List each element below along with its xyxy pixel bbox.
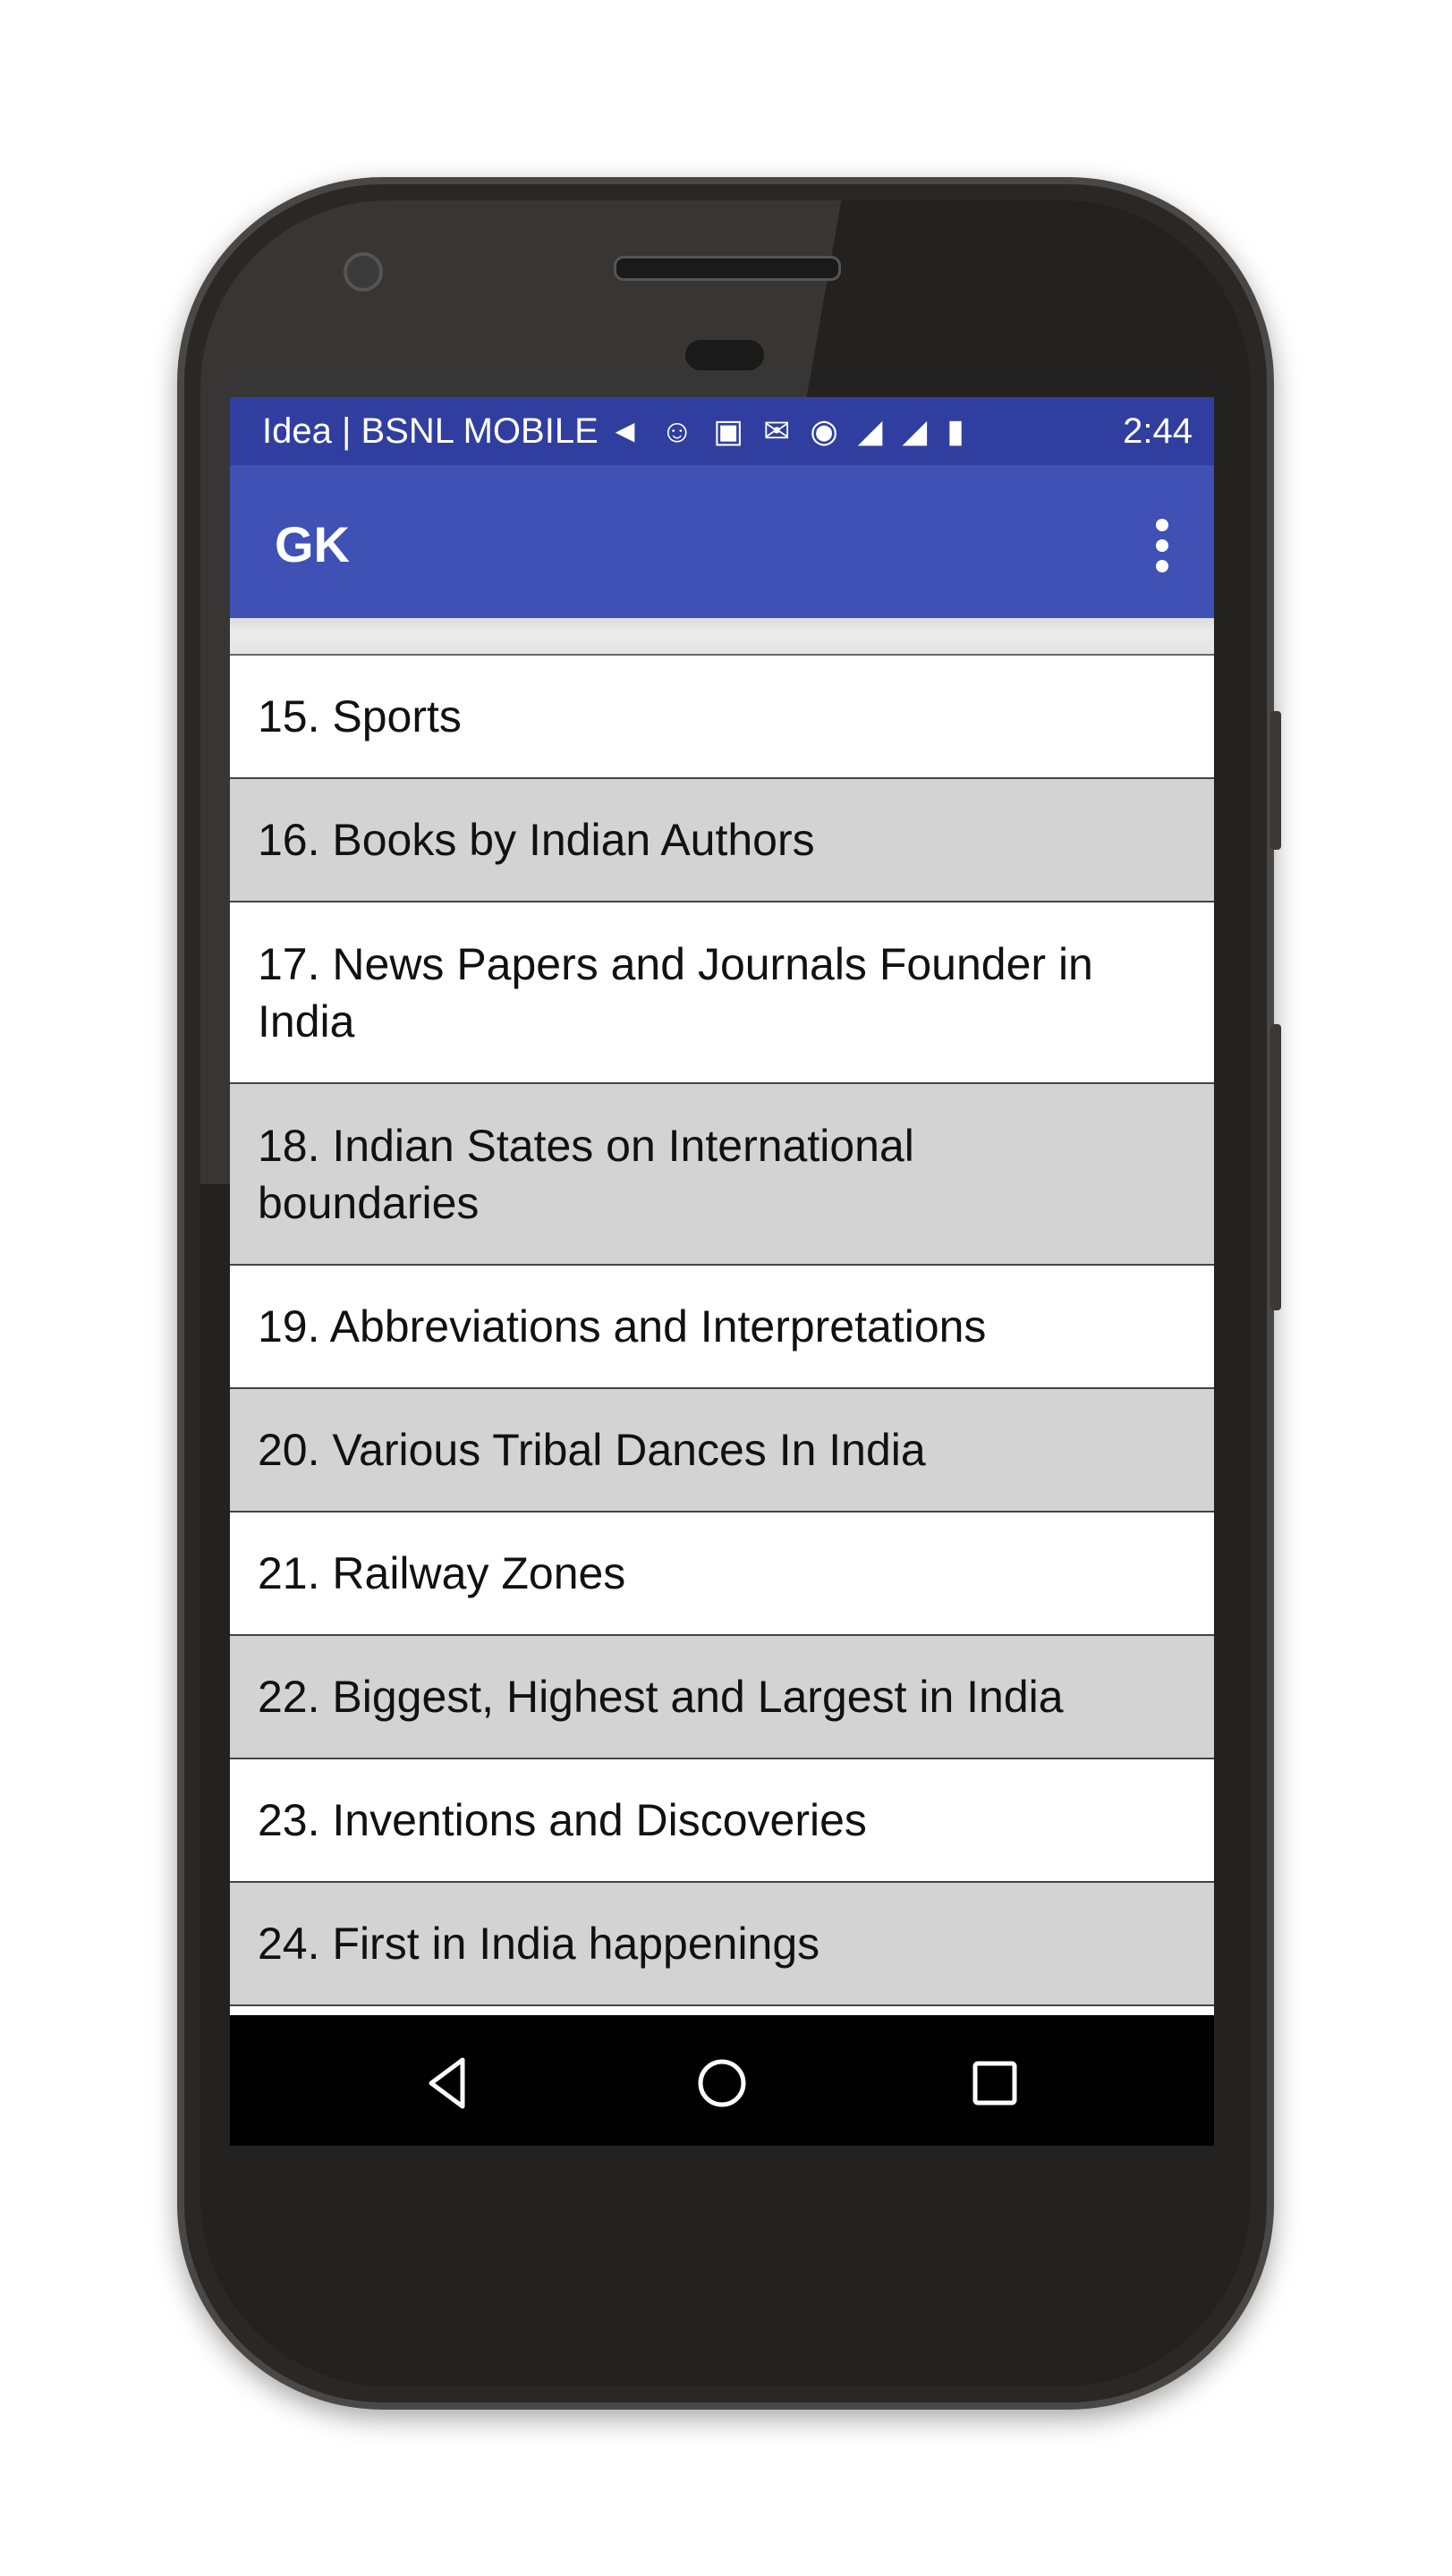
list-item-label: 22. Biggest, Highest and Largest in Indi…	[258, 1672, 1064, 1722]
list-item-label: 19. Abbreviations and Interpretations	[258, 1301, 987, 1352]
list-item[interactable]: 21. Railway Zones	[230, 1513, 1214, 1636]
clock: 2:44	[1123, 411, 1193, 451]
recents-icon[interactable]	[968, 2056, 1022, 2110]
image-icon: ▣	[713, 412, 744, 449]
list-item[interactable]: 20. Various Tribal Dances In India	[230, 1389, 1214, 1513]
list-item-label: 17. News Papers and Journals Founder in …	[258, 938, 1093, 1046]
list-item[interactable]: 16. Books by Indian Authors	[230, 779, 1214, 902]
app-title: GK	[275, 516, 350, 572]
list-header-shadow	[230, 618, 1214, 656]
topic-list[interactable]: 15. Sports 16. Books by Indian Authors 1…	[230, 656, 1214, 2006]
home-icon[interactable]	[695, 2056, 749, 2110]
list-item-label: 24. First in India happenings	[258, 1919, 820, 1969]
gmail-icon: ✉	[763, 412, 791, 449]
list-item[interactable]: 17. News Papers and Journals Founder in …	[230, 902, 1214, 1084]
power-button	[1270, 711, 1281, 850]
list-item-label: 16. Books by Indian Authors	[258, 815, 815, 865]
more-vert-icon[interactable]	[1153, 519, 1171, 572]
list-item[interactable]: 19. Abbreviations and Interpretations	[230, 1266, 1214, 1389]
message-icon: ◄	[608, 412, 641, 449]
volume-button	[1270, 1024, 1281, 1310]
back-icon[interactable]	[422, 2056, 476, 2110]
list-item-label: 20. Various Tribal Dances In India	[258, 1425, 926, 1475]
list-item[interactable]: 15. Sports	[230, 656, 1214, 779]
navigation-bar	[230, 2015, 1214, 2146]
status-bar: Idea | BSNL MOBILE ◄ ☺ ▣ ✉ ◉ ◢ ◢ ▮ 2:44	[230, 397, 1214, 465]
proximity-sensor	[685, 340, 764, 370]
list-item[interactable]: 24. First in India happenings	[230, 1883, 1214, 2006]
signal-icon: ◢	[857, 412, 883, 449]
list-item[interactable]: 22. Biggest, Highest and Largest in Indi…	[230, 1636, 1214, 1759]
list-item[interactable]: 18. Indian States on International bound…	[230, 1084, 1214, 1266]
list-item-label: 18. Indian States on International bound…	[258, 1120, 914, 1228]
app-bar: GK	[230, 465, 1214, 618]
carrier-label: Idea | BSNL MOBILE	[262, 411, 599, 451]
signal-icon: ◢	[902, 412, 928, 449]
earpiece-speaker	[614, 256, 841, 281]
location-icon: ◉	[810, 412, 838, 449]
list-item[interactable]: 23. Inventions and Discoveries	[230, 1759, 1214, 1883]
battery-charging-icon: ▮	[947, 412, 964, 449]
sms-icon: ☺	[660, 412, 694, 449]
list-item-label: 23. Inventions and Discoveries	[258, 1795, 867, 1845]
screen: Idea | BSNL MOBILE ◄ ☺ ▣ ✉ ◉ ◢ ◢ ▮ 2:44 …	[230, 397, 1214, 2146]
list-item-label: 15. Sports	[258, 691, 462, 741]
list-item-label: 21. Railway Zones	[258, 1548, 626, 1598]
front-camera	[344, 252, 383, 292]
